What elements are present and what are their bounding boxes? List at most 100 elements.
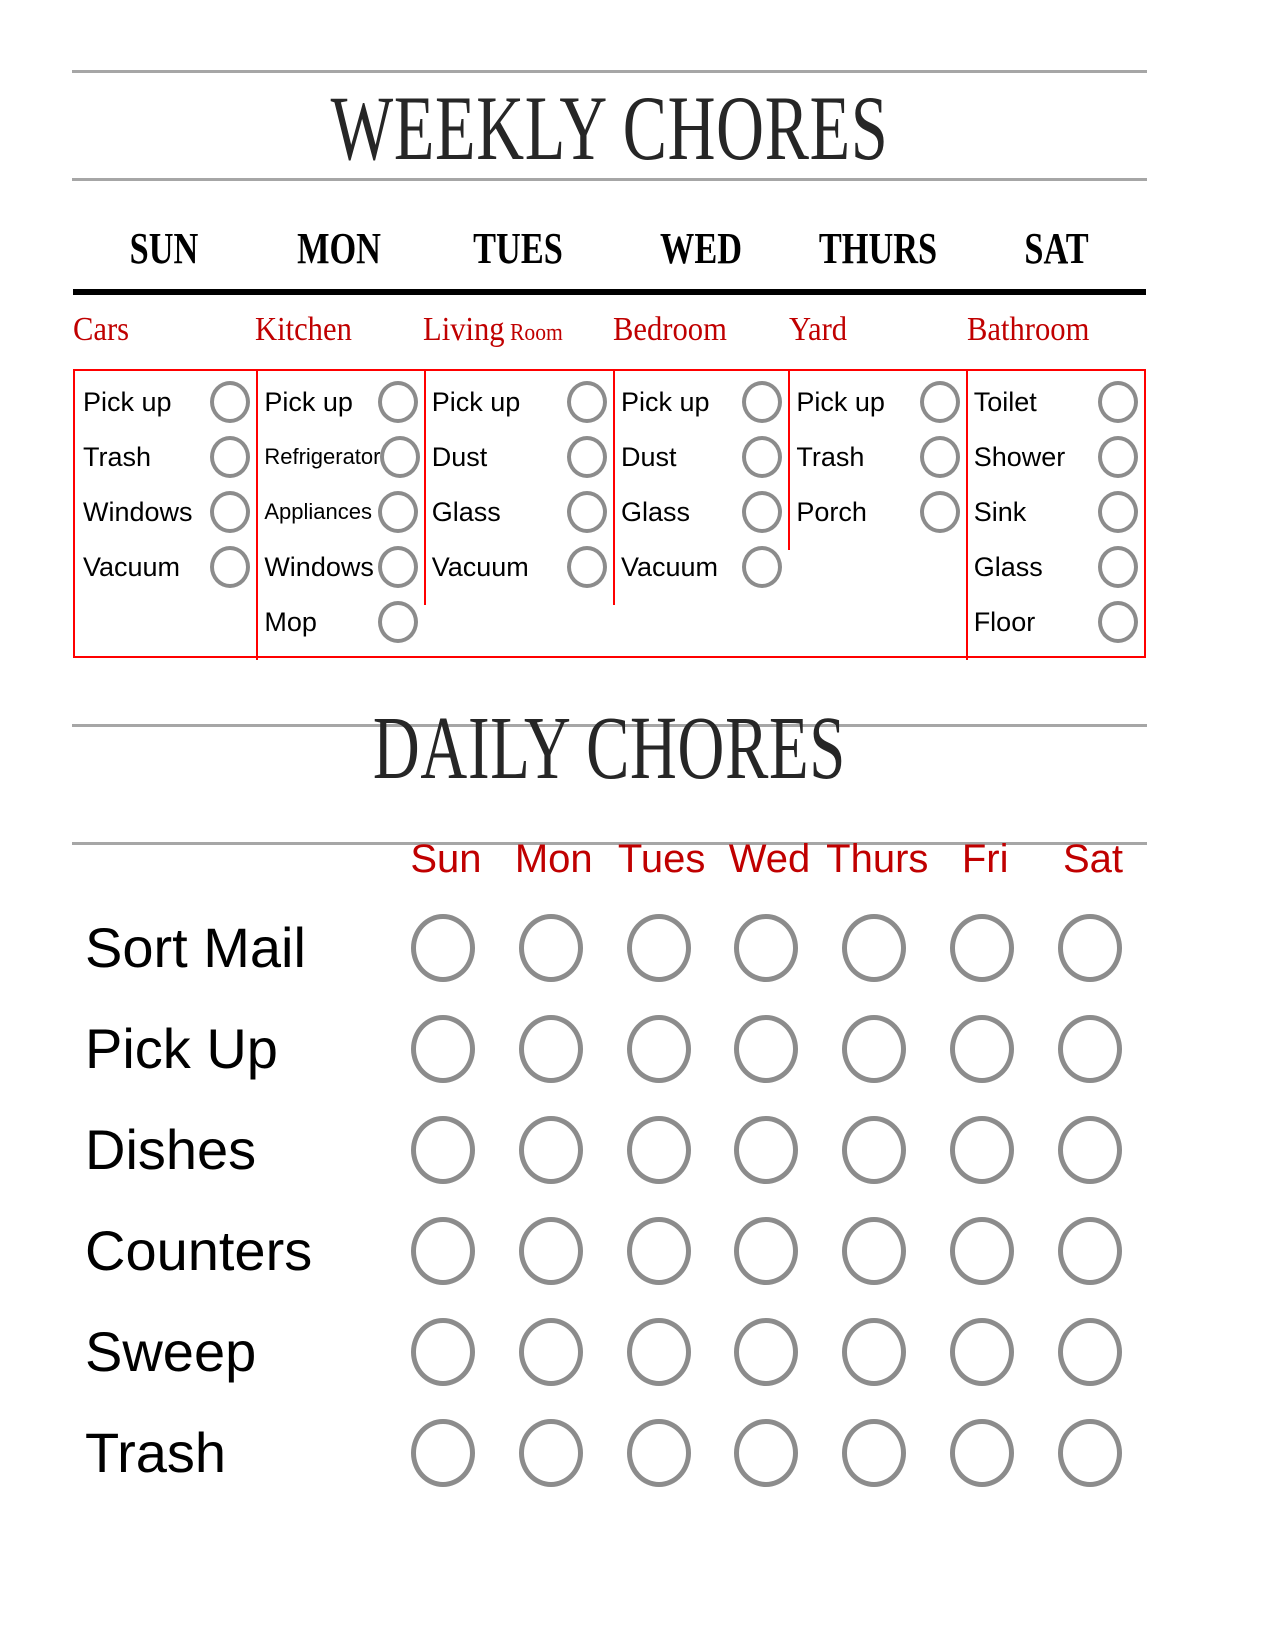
weekly-checkbox-circle[interactable]: [210, 381, 251, 423]
daily-day-header-row: Sun Mon Tues Wed Thurs Fri Sat: [392, 836, 1147, 884]
weekly-chore-label: Floor: [973, 607, 1036, 637]
daily-checkbox-circle[interactable]: [626, 914, 691, 982]
weekly-category-kitchen: Kitchen: [255, 310, 406, 352]
daily-checkbox-circle[interactable]: [626, 1015, 691, 1083]
weekly-checkbox-circle[interactable]: [1098, 381, 1139, 423]
weekly-column-bathroom: Toilet Shower Sink Glass Floor: [965, 369, 1144, 660]
weekly-column-cars: Pick up Trash Windows Vacuum: [75, 371, 256, 656]
daily-checkbox-circle[interactable]: [734, 1015, 799, 1083]
weekly-checkbox-circle[interactable]: [919, 381, 960, 423]
daily-checkbox-circle[interactable]: [734, 914, 799, 982]
weekly-checkbox-circle[interactable]: [1098, 546, 1139, 588]
daily-checkbox-circle[interactable]: [626, 1116, 691, 1184]
weekly-checkbox-circle[interactable]: [567, 436, 607, 478]
daily-checkbox-circle[interactable]: [518, 1116, 583, 1184]
daily-checkbox-circle[interactable]: [1057, 1116, 1122, 1184]
daily-checkbox-circle[interactable]: [410, 1015, 475, 1083]
daily-checkbox-circle[interactable]: [842, 1419, 907, 1487]
daily-checkbox-cell: [389, 1116, 497, 1184]
daily-checkbox-circle[interactable]: [518, 1217, 583, 1285]
daily-checkbox-circle[interactable]: [950, 1318, 1015, 1386]
weekly-checkbox-circle[interactable]: [210, 436, 251, 478]
weekly-checkbox-circle[interactable]: [1098, 436, 1139, 478]
weekly-checkbox-circle[interactable]: [1098, 491, 1139, 533]
daily-checkbox-circle[interactable]: [842, 1318, 907, 1386]
weekly-checkbox-circle[interactable]: [742, 381, 783, 423]
daily-checkbox-circle[interactable]: [950, 1419, 1015, 1487]
daily-checkbox-circle[interactable]: [1057, 1015, 1122, 1083]
weekly-chore-label: Porch: [796, 497, 867, 527]
weekly-checkbox-circle[interactable]: [919, 436, 960, 478]
weekly-chore-row: Vacuum: [83, 540, 251, 594]
daily-checkbox-cell: [820, 1419, 928, 1487]
daily-checkbox-circle[interactable]: [518, 1318, 583, 1386]
daily-checkbox-circle[interactable]: [410, 914, 475, 982]
weekly-chore-row: Vacuum: [432, 540, 607, 594]
weekly-chore-label: Pick up: [431, 387, 521, 417]
daily-day-header-tues: Tues: [617, 837, 706, 881]
weekly-chore-label: Appliances: [264, 499, 372, 524]
daily-checkbox-circle[interactable]: [626, 1419, 691, 1487]
daily-checkbox-circle[interactable]: [842, 1116, 907, 1184]
daily-checkbox-circle[interactable]: [410, 1419, 475, 1487]
weekly-chore-row: Appliances: [264, 485, 418, 539]
weekly-category-label: Living: [423, 311, 505, 348]
weekly-checkbox-circle[interactable]: [377, 381, 418, 423]
daily-checkbox-circle[interactable]: [1057, 1318, 1122, 1386]
daily-checkbox-circle[interactable]: [734, 1318, 799, 1386]
weekly-chores-title: WEEKLY CHORES: [330, 77, 889, 179]
weekly-chore-row: Trash: [83, 430, 251, 484]
daily-checkbox-circle[interactable]: [410, 1318, 475, 1386]
daily-day-header-sun: Sun: [410, 837, 482, 881]
weekly-category-living: Living Room: [423, 310, 594, 352]
weekly-checkbox-circle[interactable]: [210, 491, 251, 533]
daily-checkbox-circle[interactable]: [734, 1116, 799, 1184]
daily-checkbox-circle[interactable]: [410, 1116, 475, 1184]
weekly-checkbox-circle[interactable]: [567, 381, 607, 423]
weekly-chore-row: Pick up: [621, 375, 783, 429]
daily-checkbox-circle[interactable]: [1057, 1217, 1122, 1285]
daily-checkbox-cell: [1036, 1217, 1144, 1285]
daily-checkbox-circle[interactable]: [518, 914, 583, 982]
daily-checkbox-circle[interactable]: [518, 1419, 583, 1487]
daily-checkbox-cell: [928, 1318, 1036, 1386]
daily-checkbox-circle[interactable]: [950, 1116, 1015, 1184]
weekly-column-divider: [965, 369, 968, 660]
daily-checkbox-circle[interactable]: [950, 1015, 1015, 1083]
daily-checkbox-circle[interactable]: [950, 914, 1015, 982]
daily-checkbox-circle[interactable]: [842, 914, 907, 982]
daily-checkbox-circle[interactable]: [1057, 1419, 1122, 1487]
daily-checkbox-circle[interactable]: [734, 1217, 799, 1285]
daily-checkbox-circle[interactable]: [518, 1015, 583, 1083]
weekly-checkbox-circle[interactable]: [377, 546, 418, 588]
daily-day-header-thurs: Thurs: [826, 837, 929, 881]
daily-checkbox-circle[interactable]: [950, 1217, 1015, 1285]
daily-checkbox-circle[interactable]: [626, 1217, 691, 1285]
daily-checkbox-cell: [389, 1419, 497, 1487]
daily-checkbox-circle[interactable]: [734, 1419, 799, 1487]
daily-chore-label: Counters: [85, 1219, 313, 1282]
daily-checkbox-cell: [389, 1217, 497, 1285]
weekly-chore-row: Shower: [974, 430, 1139, 484]
weekly-chore-label: Glass: [621, 497, 691, 527]
daily-checkbox-circle[interactable]: [1057, 914, 1122, 982]
weekly-checkbox-circle[interactable]: [567, 546, 607, 588]
daily-checkbox-circle[interactable]: [842, 1015, 907, 1083]
weekly-day-header-sat: SAT: [1024, 224, 1089, 273]
daily-checkbox-circle[interactable]: [410, 1217, 475, 1285]
weekly-checkbox-circle[interactable]: [377, 601, 418, 643]
weekly-checkbox-circle[interactable]: [742, 546, 783, 588]
daily-day-header-mon: Mon: [514, 837, 593, 881]
weekly-day-header-tues: TUES: [473, 224, 563, 273]
weekly-checkbox-circle[interactable]: [742, 436, 783, 478]
weekly-checkbox-circle[interactable]: [380, 436, 421, 478]
weekly-checkbox-circle[interactable]: [567, 491, 607, 533]
weekly-checkbox-circle[interactable]: [1098, 601, 1139, 643]
daily-checkbox-circle[interactable]: [842, 1217, 907, 1285]
weekly-checkbox-circle[interactable]: [919, 491, 960, 533]
weekly-chore-label: Trash: [83, 442, 152, 472]
weekly-checkbox-circle[interactable]: [377, 491, 418, 533]
daily-checkbox-circle[interactable]: [626, 1318, 691, 1386]
weekly-checkbox-circle[interactable]: [210, 546, 251, 588]
weekly-checkbox-circle[interactable]: [742, 491, 783, 533]
